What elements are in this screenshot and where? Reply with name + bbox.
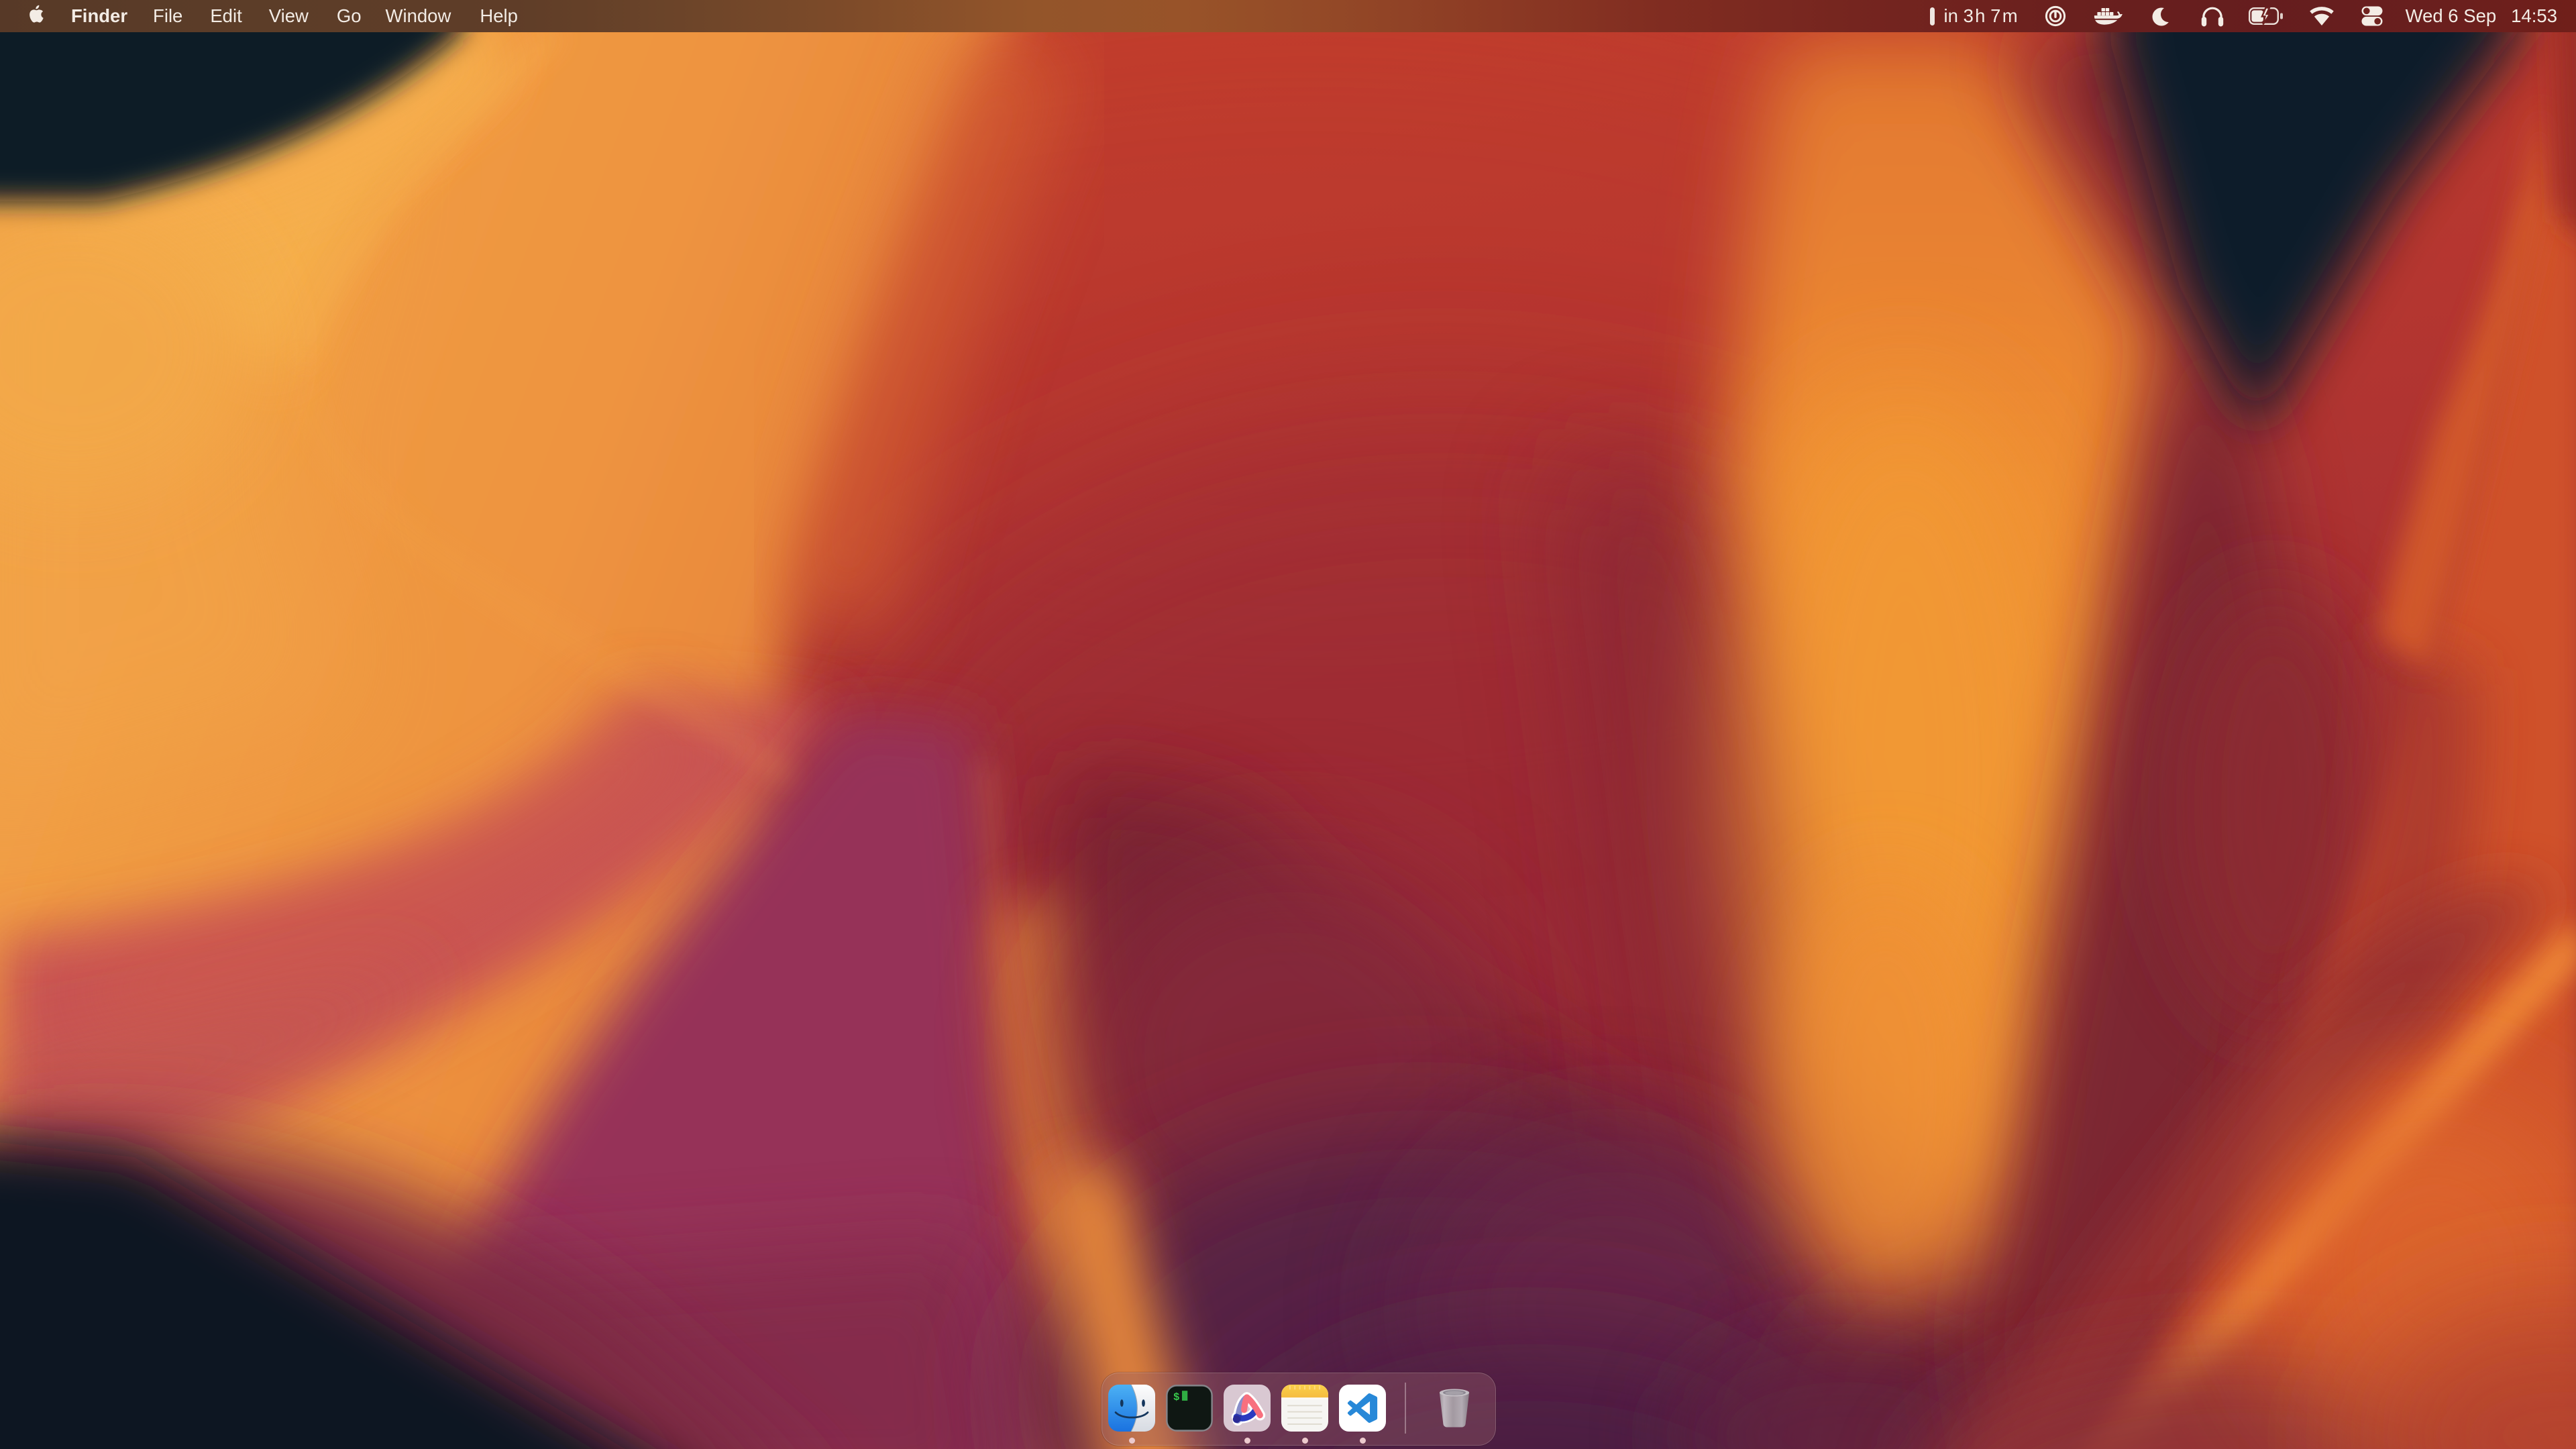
- svg-text:$: $: [1173, 1391, 1179, 1403]
